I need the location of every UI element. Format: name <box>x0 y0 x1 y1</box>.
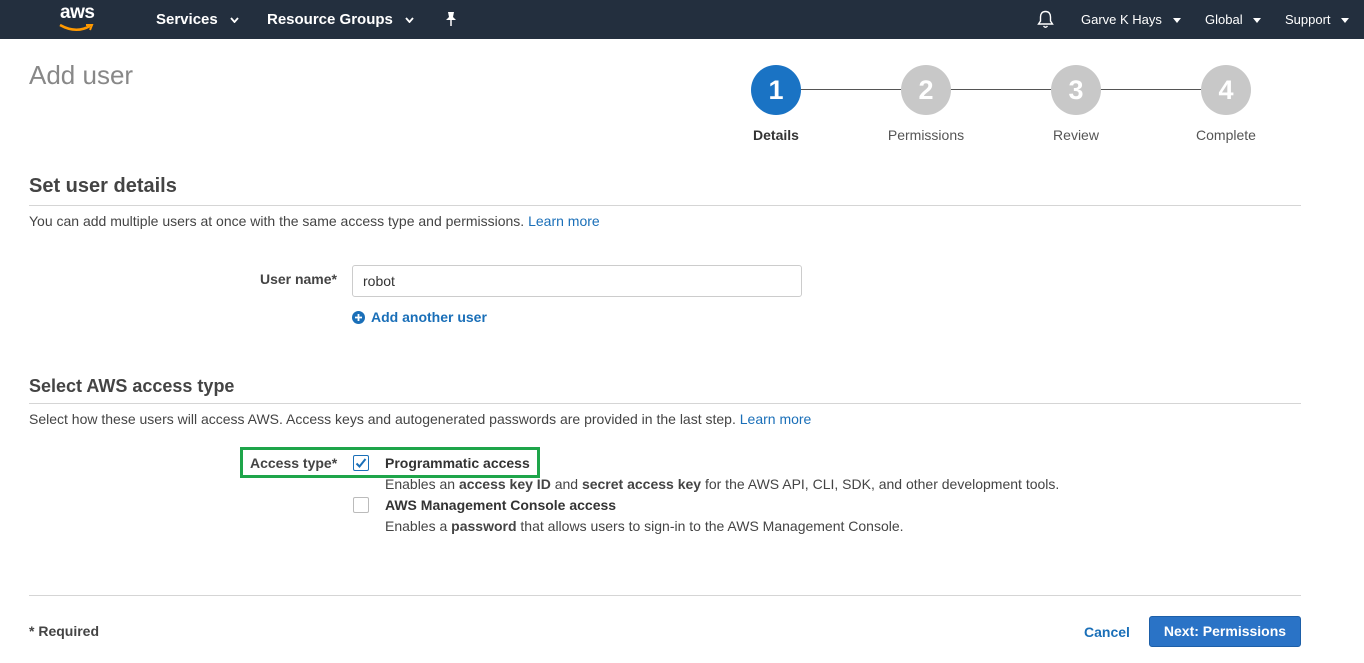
pin-icon[interactable] <box>444 11 458 27</box>
learn-more-link[interactable]: Learn more <box>740 411 812 427</box>
wizard-connector <box>950 89 1051 90</box>
username-input[interactable]: robot <box>352 265 802 297</box>
aws-smile-icon <box>59 23 94 31</box>
region-menu-label: Global <box>1205 12 1243 27</box>
page-title: Add user <box>29 60 134 90</box>
chevron-down-icon <box>1172 18 1181 24</box>
programmatic-access-title: Programmatic access <box>385 455 530 471</box>
step-3-circle: 3 <box>1051 65 1101 115</box>
access-type-description: Select how these users will access AWS. … <box>29 411 811 427</box>
chevron-down-icon <box>405 17 414 24</box>
resource-groups-menu[interactable]: Resource Groups <box>267 0 414 39</box>
add-another-user-link[interactable]: Add another user <box>352 309 487 325</box>
chevron-down-icon <box>1253 18 1262 24</box>
services-label: Services <box>156 11 218 28</box>
step-1-circle: 1 <box>751 65 801 115</box>
step-2-label: Permissions <box>887 127 965 143</box>
services-menu[interactable]: Services <box>156 0 239 39</box>
aws-logo[interactable]: aws <box>58 2 102 34</box>
step-2-circle: 2 <box>901 65 951 115</box>
step-1-label: Details <box>753 127 799 143</box>
user-menu[interactable]: Garve K Hays <box>1081 0 1181 39</box>
console-access-title: AWS Management Console access <box>385 497 617 513</box>
console-access-description: Enables a password that allows users to … <box>385 518 904 534</box>
wizard-connector <box>1100 89 1201 90</box>
step-3-label: Review <box>1053 127 1099 143</box>
cancel-button[interactable]: Cancel <box>1070 617 1144 647</box>
top-nav-bar: aws Services Resource Groups Garve K Hay… <box>0 0 1364 39</box>
step-4-label: Complete <box>1196 127 1256 143</box>
wizard-connector <box>800 89 901 90</box>
aws-logo-text: aws <box>60 2 95 23</box>
user-details-description-text: You can add multiple users at once with … <box>29 213 525 229</box>
chevron-down-icon <box>230 17 239 24</box>
console-access-checkbox[interactable] <box>353 497 369 513</box>
programmatic-access-checkbox[interactable] <box>353 455 369 471</box>
support-menu-label: Support <box>1285 12 1331 27</box>
access-type-label: Access type* <box>250 455 338 471</box>
user-details-description: You can add multiple users at once with … <box>29 213 600 229</box>
programmatic-access-description: Enables an access key ID and secret acce… <box>385 476 1060 492</box>
divider <box>29 403 1301 404</box>
bell-icon[interactable] <box>1037 10 1054 29</box>
add-another-user-label: Add another user <box>371 309 487 325</box>
plus-circle-icon <box>352 311 365 324</box>
learn-more-link[interactable]: Learn more <box>528 213 600 229</box>
user-details-heading: Set user details <box>29 175 177 197</box>
next-permissions-button[interactable]: Next: Permissions <box>1149 616 1301 647</box>
footer-divider <box>29 595 1301 596</box>
required-note: * Required <box>29 623 100 639</box>
divider <box>29 205 1301 206</box>
user-menu-label: Garve K Hays <box>1081 12 1162 27</box>
username-label: User name* <box>259 271 337 287</box>
access-type-heading: Select AWS access type <box>29 376 235 396</box>
chevron-down-icon <box>1341 18 1350 24</box>
resource-groups-label: Resource Groups <box>267 11 393 28</box>
region-menu[interactable]: Global <box>1205 0 1262 39</box>
checkmark-icon <box>355 458 367 468</box>
support-menu[interactable]: Support <box>1285 0 1350 39</box>
access-type-description-text: Select how these users will access AWS. … <box>29 411 736 427</box>
step-4-circle: 4 <box>1201 65 1251 115</box>
